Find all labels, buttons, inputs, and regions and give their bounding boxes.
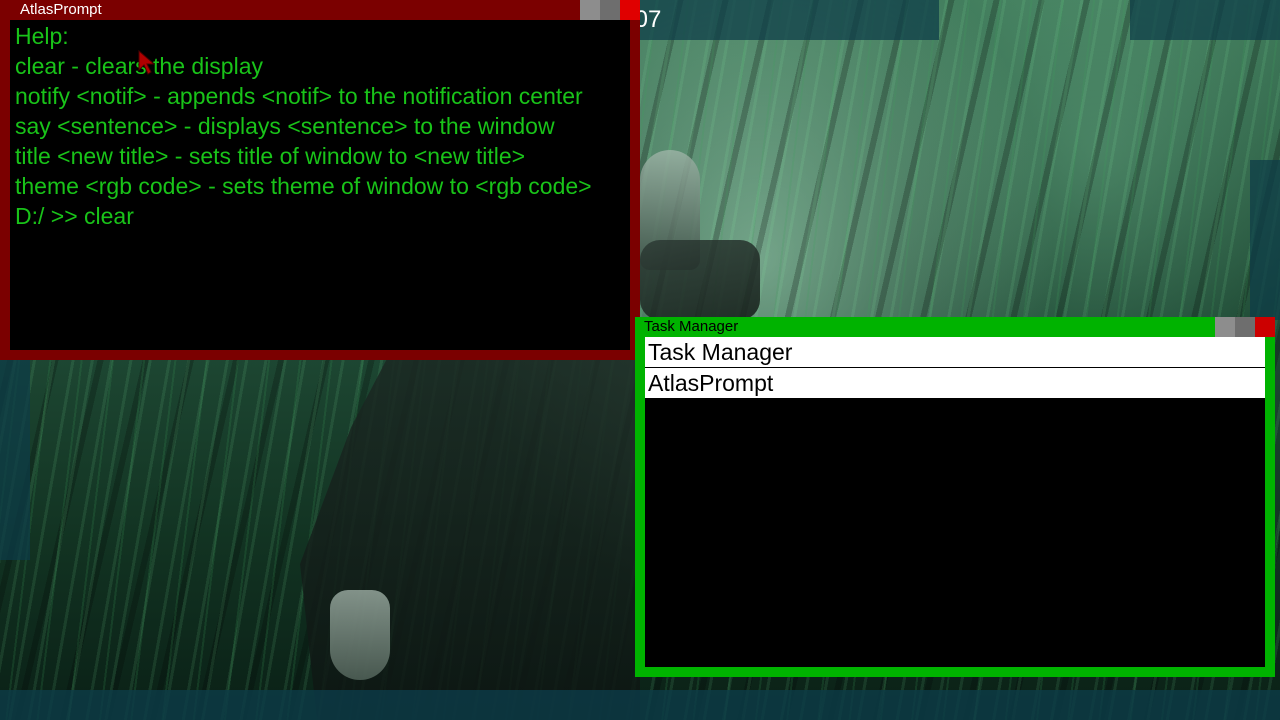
task-item-atlasprompt[interactable]: AtlasPrompt: [645, 367, 1265, 398]
terminal-line: say <sentence> - displays <sentence> to …: [15, 113, 555, 139]
window-titlebar[interactable]: AtlasPrompt: [0, 0, 640, 20]
mouse-cursor-icon: [138, 50, 155, 75]
atlasprompt-window[interactable]: AtlasPrompt Help: clear - clears the dis…: [0, 0, 640, 360]
top-panel[interactable]: [640, 0, 939, 40]
task-item-task-manager[interactable]: Task Manager: [645, 337, 1265, 367]
terminal-line: notify <notif> - appends <notif> to the …: [15, 83, 583, 109]
terminal-line: clear - clears the display: [15, 53, 263, 79]
wallpaper-figure-arm: [640, 240, 760, 320]
terminal-line: theme <rgb code> - sets theme of window …: [15, 173, 592, 199]
terminal-line: Help:: [15, 23, 69, 49]
maximize-button[interactable]: [1235, 317, 1255, 337]
close-button[interactable]: [1255, 317, 1275, 337]
window-titlebar[interactable]: Task Manager: [635, 317, 1275, 337]
task-manager-window[interactable]: Task Manager Task Manager AtlasPrompt: [635, 317, 1275, 677]
minimize-button[interactable]: [1215, 317, 1235, 337]
top-right-panel[interactable]: [1130, 0, 1280, 40]
left-edge-panel[interactable]: [0, 360, 30, 560]
wallpaper-figure-hand: [330, 590, 390, 680]
terminal-output[interactable]: Help: clear - clears the display notify …: [10, 20, 630, 350]
maximize-button[interactable]: [600, 0, 620, 20]
terminal-line: title <new title> - sets title of window…: [15, 143, 526, 169]
window-title: Task Manager: [644, 318, 739, 335]
window-title: AtlasPrompt: [20, 1, 102, 18]
terminal-prompt-line[interactable]: D:/ >> clear: [15, 201, 630, 231]
right-edge-panel[interactable]: [1250, 160, 1280, 320]
close-button[interactable]: [620, 0, 640, 20]
taskbar[interactable]: [0, 690, 1280, 720]
minimize-button[interactable]: [580, 0, 600, 20]
task-list: Task Manager AtlasPrompt: [645, 337, 1265, 667]
